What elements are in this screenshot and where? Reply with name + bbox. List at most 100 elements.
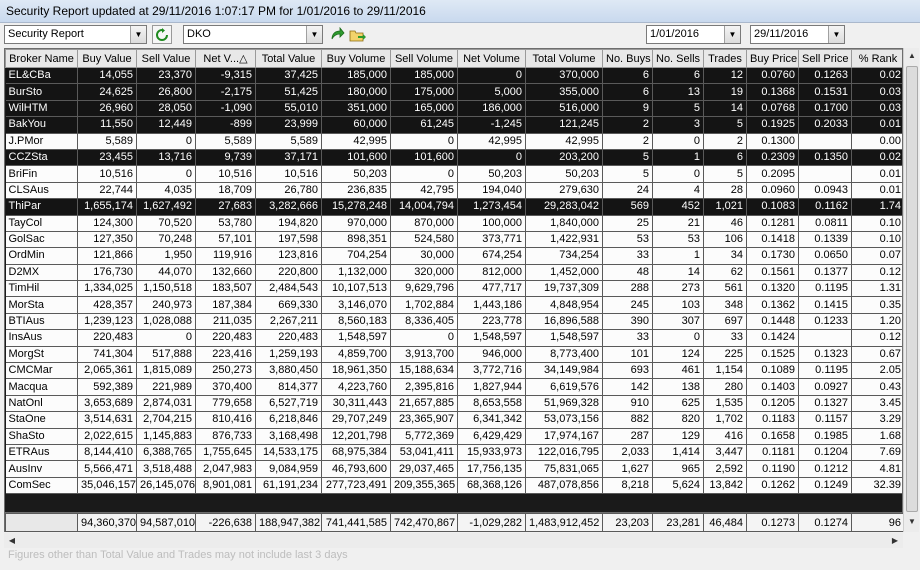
table-row[interactable]: D2MX 176,730 44,070 132,660 220,800 1,132,000… <box>5 264 902 282</box>
table-cell: 1.31 <box>851 280 902 298</box>
table-cell: 1,950 <box>136 247 196 265</box>
table-cell: 62 <box>703 264 747 282</box>
table-cell: 16,896,588 <box>525 313 603 331</box>
chevron-down-icon[interactable]: ▼ <box>828 26 844 43</box>
table-row[interactable]: BTIAus 1,239,123 1,028,088 211,035 2,267,211… <box>5 313 902 331</box>
table-row[interactable]: CMCMar 2,065,361 1,815,089 250,273 3,880,450… <box>5 362 902 380</box>
column-header-buy-price[interactable]: Buy Price <box>746 49 799 68</box>
table-cell: 1,259,193 <box>255 346 322 364</box>
column-header-net-value[interactable]: Net V...△ <box>195 49 256 68</box>
report-type-select[interactable]: Security Report ▼ <box>4 25 147 44</box>
chevron-down-icon[interactable]: ▼ <box>724 26 740 43</box>
table-cell: 0.1415 <box>798 296 852 314</box>
table-row[interactable]: StaOne 3,514,631 2,704,215 810,416 6,218,846… <box>5 411 902 429</box>
table-row[interactable]: GolSac 127,350 70,248 57,101 197,598 898,351 5… <box>5 231 902 249</box>
column-header-sell-volume[interactable]: Sell Volume <box>390 49 458 68</box>
table-row[interactable]: WilHTM 26,960 28,050 -1,090 55,010 351,000 165… <box>5 100 902 118</box>
table-cell: 203,200 <box>525 149 603 167</box>
table-row[interactable]: OrdMin 121,866 1,950 119,916 123,816 704,254 3… <box>5 247 902 265</box>
table-cell: 812,000 <box>457 264 526 282</box>
column-header-buy-value[interactable]: Buy Value <box>77 49 137 68</box>
scroll-left-icon[interactable]: ◀ <box>4 533 20 548</box>
green-arrow-icon[interactable] <box>327 25 347 44</box>
table-cell: 1,827,944 <box>457 378 526 396</box>
table-row[interactable]: ETRAus 8,144,410 6,388,765 1,755,645 14,533,… <box>5 444 902 462</box>
table-cell: 0.1323 <box>798 346 852 364</box>
table-cell: 0 <box>457 149 526 167</box>
table-cell: 0.03 <box>851 83 902 101</box>
column-header-no-sells[interactable]: No. Sells <box>652 49 704 68</box>
table-cell: 245 <box>602 296 653 314</box>
refresh-icon[interactable] <box>152 25 172 44</box>
column-header-buy-volume[interactable]: Buy Volume <box>321 49 391 68</box>
column-header-no-buys[interactable]: No. Buys <box>602 49 653 68</box>
table-row[interactable]: EL&CBa 14,055 23,370 -9,315 37,425 185,000 185… <box>5 67 902 85</box>
column-header-total-value[interactable]: Total Value <box>255 49 322 68</box>
table-cell: 5,000 <box>457 83 526 101</box>
table-cell: 3,518,488 <box>136 460 196 478</box>
folder-export-icon[interactable] <box>348 25 368 44</box>
column-header-net-volume[interactable]: Net Volume <box>457 49 526 68</box>
table-cell: 516,000 <box>525 100 603 118</box>
table-cell: 2,065,361 <box>77 362 137 380</box>
table-row[interactable]: BakYou 11,550 12,449 -899 23,999 60,000 61,245… <box>5 116 902 134</box>
table-cell: 14 <box>703 100 747 118</box>
vertical-scrollbar[interactable]: ▲ ▼ <box>903 48 919 532</box>
totals-cell: 94,587,010 <box>136 513 196 532</box>
table-row[interactable]: InsAus 220,483 0 220,483 220,483 1,548,597 0 1,… <box>5 329 902 347</box>
chevron-down-icon[interactable]: ▼ <box>130 26 146 43</box>
column-header-broker-name[interactable]: Broker Name <box>5 49 78 68</box>
table-row[interactable]: AusInv 5,566,471 3,518,488 2,047,983 9,084,9… <box>5 460 902 478</box>
table-cell: 42,995 <box>321 133 391 150</box>
column-header-sell-price[interactable]: Sell Price <box>798 49 852 68</box>
table-row[interactable]: NatOnl 3,653,689 2,874,031 779,658 6,527,719… <box>5 395 902 413</box>
table-row[interactable]: ShaSto 2,022,615 1,145,883 876,733 3,168,498… <box>5 428 902 445</box>
totals-table-row: 94,360,370 94,587,010 -226,638 188,947,382 7… <box>5 513 905 532</box>
table-cell: 127,350 <box>77 231 137 249</box>
table-row[interactable]: MorgSt 741,304 517,888 223,416 1,259,193 4,85… <box>5 346 902 364</box>
table-cell: 209,355,365 <box>390 477 458 495</box>
broker-name-cell: OrdMin <box>5 247 78 265</box>
table-row[interactable]: MorSta 428,357 240,973 187,384 669,330 3,146,… <box>5 296 902 314</box>
table-cell: 910 <box>602 395 653 413</box>
table-cell: 70,520 <box>136 215 196 232</box>
scroll-right-icon[interactable]: ▶ <box>887 533 903 548</box>
scroll-down-icon[interactable]: ▼ <box>904 514 920 530</box>
table-row[interactable]: CLSAus 22,744 4,035 18,709 26,780 236,835 42,7… <box>5 182 902 200</box>
table-cell: 814,377 <box>255 378 322 396</box>
scroll-thumb[interactable] <box>906 66 918 512</box>
table-cell: 0.1204 <box>798 444 852 462</box>
chevron-down-icon[interactable]: ▼ <box>306 26 322 43</box>
table-cell: 734,254 <box>525 247 603 265</box>
table-cell: 10,516 <box>255 165 322 183</box>
table-cell: 51,425 <box>255 83 322 101</box>
table-cell: 674,254 <box>457 247 526 265</box>
table-cell: 186,000 <box>457 100 526 118</box>
date-to-picker[interactable]: 29/11/2016 ▼ <box>750 25 845 44</box>
table-row[interactable]: BriFin 10,516 0 10,516 10,516 50,203 0 50,203 50… <box>5 165 902 183</box>
column-header-rank[interactable]: % Rank <box>851 49 902 68</box>
table-row[interactable]: J.PMor 5,589 0 5,589 5,589 42,995 0 42,995 42,99… <box>5 133 902 150</box>
totals-cell <box>5 513 78 532</box>
horizontal-scrollbar[interactable]: ◀ ▶ <box>4 533 903 548</box>
date-from-picker[interactable]: 1/01/2016 ▼ <box>646 25 741 44</box>
table-row[interactable]: ThiPar 1,655,174 1,627,492 27,683 3,282,666 1… <box>5 198 902 216</box>
table-row[interactable]: Macqua 592,389 221,989 370,400 814,377 4,223,… <box>5 378 902 396</box>
table-row[interactable]: TimHil 1,334,025 1,150,518 183,507 2,484,543… <box>5 280 902 298</box>
column-header-total-volume[interactable]: Total Volume <box>525 49 603 68</box>
table-cell: 61,191,234 <box>255 477 322 495</box>
column-header-trades[interactable]: Trades <box>703 49 747 68</box>
security-code-select[interactable]: DKO ▼ <box>183 25 323 44</box>
broker-name-cell: GolSac <box>5 231 78 249</box>
table-cell: 51,969,328 <box>525 395 603 413</box>
table-row[interactable]: BurSto 24,625 26,800 -2,175 51,425 180,000 175… <box>5 83 902 101</box>
table-row[interactable]: ComSec 35,046,157 26,145,076 8,901,081 61,19… <box>5 477 902 495</box>
table-row[interactable]: CCZSta 23,455 13,716 9,739 37,171 101,600 101,… <box>5 149 902 167</box>
totals-cell: -226,638 <box>195 513 256 532</box>
table-row[interactable]: TayCol 124,300 70,520 53,780 194,820 970,000 8… <box>5 215 902 232</box>
column-header-sell-value[interactable]: Sell Value <box>136 49 196 68</box>
broker-name-cell: D2MX <box>5 264 78 282</box>
table-cell: 0.02 <box>851 149 902 167</box>
scroll-up-icon[interactable]: ▲ <box>904 48 920 64</box>
table-cell: 0.1183 <box>746 411 799 429</box>
